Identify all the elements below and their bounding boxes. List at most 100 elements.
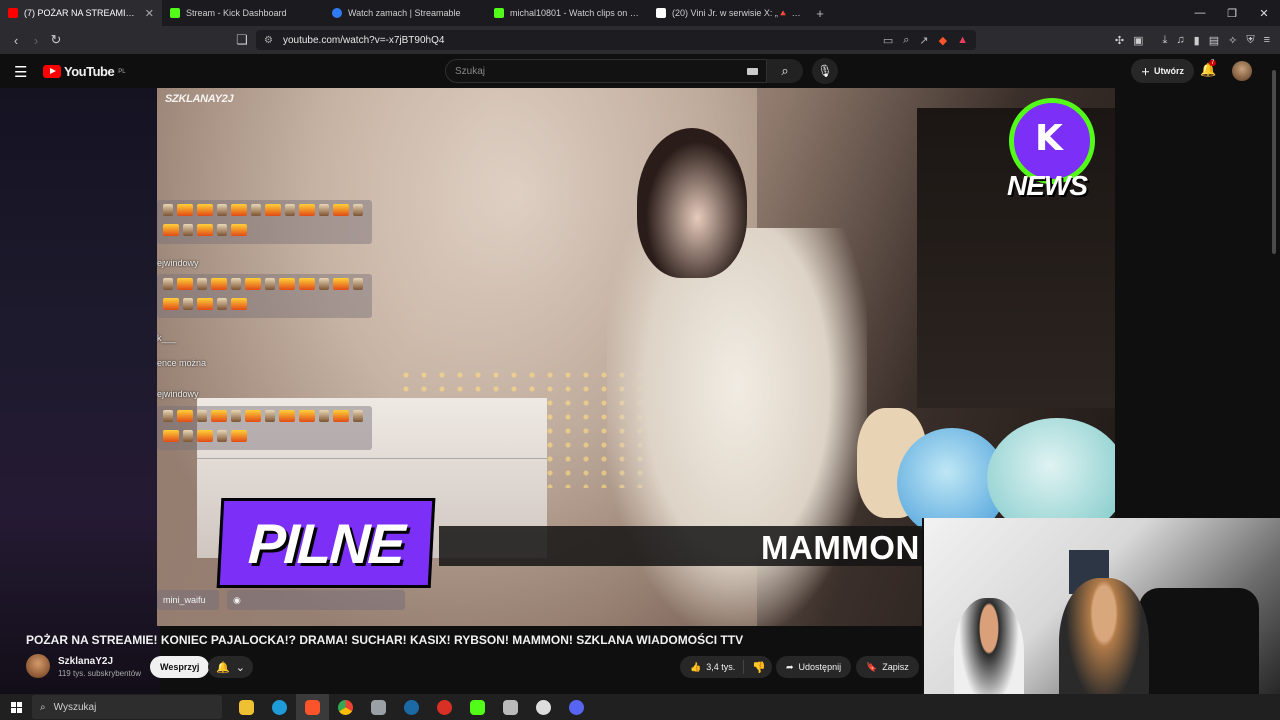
extensions-icon[interactable]: ✣ <box>1115 34 1124 47</box>
kick-k-letter: K <box>1035 118 1063 159</box>
steam-icon[interactable] <box>395 694 428 720</box>
create-label: Utwórz <box>1154 66 1185 76</box>
share-button[interactable]: ➦ Udostępnij <box>776 656 852 678</box>
x-favicon-icon <box>656 8 666 18</box>
url-text: youtube.com/watch?v=-x7jBT90hQ4 <box>282 34 445 46</box>
voice-search-button[interactable]: 🎙 <box>812 58 838 84</box>
site-info-icon[interactable]: ⚙ <box>264 35 273 46</box>
page-scrollbar[interactable] <box>1272 70 1276 254</box>
youtube-logo[interactable]: YouTube PL <box>43 64 126 79</box>
close-window-icon[interactable]: ✕ <box>1248 0 1280 26</box>
file-explorer-icon[interactable] <box>230 694 263 720</box>
vpn-icon[interactable]: ⛨ <box>1246 34 1254 47</box>
tab-kick-dashboard[interactable]: Stream - Kick Dashboard <box>162 0 324 26</box>
search-icon: ⌕ <box>40 701 46 713</box>
leo-icon[interactable]: ✧ <box>1228 34 1237 47</box>
subscription-bell-button[interactable]: 🔔 ⌄ <box>208 656 253 678</box>
zoom-icon[interactable]: ⌕ <box>903 34 909 47</box>
chat-overlay-message <box>157 200 372 244</box>
share-icon[interactable]: ↗ <box>919 34 928 47</box>
pilne-label: PILNE <box>246 511 406 575</box>
kick-favicon-icon <box>170 8 180 18</box>
windows-taskbar: ⌕ Wyszukaj <box>0 694 1280 720</box>
download-icon[interactable]: ⤓ <box>1163 34 1168 47</box>
dislike-button[interactable]: 👎 <box>744 661 766 674</box>
restore-icon[interactable]: ❐ <box>1216 0 1248 26</box>
keyboard-icon[interactable] <box>747 68 758 75</box>
tab-streamable[interactable]: Watch zamach | Streamable <box>324 0 486 26</box>
url-field[interactable]: ⚙ youtube.com/watch?v=-x7jBT90hQ4 ▭ ⌕ ↗ … <box>256 30 976 50</box>
tab-title: Watch zamach | Streamable <box>348 8 461 18</box>
region-code: PL <box>118 68 126 75</box>
sidebar-icon[interactable]: ▮ <box>1194 34 1200 47</box>
support-button[interactable]: Wesprzyj <box>150 656 210 678</box>
video-scene-head <box>637 128 747 278</box>
ambient-background <box>0 88 160 694</box>
plus-icon: ＋ <box>1141 66 1151 77</box>
taskbar-search-placeholder: Wyszukaj <box>53 701 97 713</box>
webcam-overlay <box>922 518 1280 720</box>
reload-icon[interactable]: ↻ <box>46 32 66 48</box>
bookmark-save-icon: 🔖 <box>866 661 878 672</box>
search-button[interactable]: ⌕ <box>767 59 803 83</box>
start-button[interactable] <box>0 694 32 720</box>
search-input[interactable]: Szukaj <box>445 59 767 83</box>
chat-overlay-message <box>157 406 372 450</box>
search-placeholder: Szukaj <box>455 65 486 77</box>
like-button[interactable]: 👍 3,4 tys. <box>680 660 745 674</box>
hamburger-menu-icon[interactable]: ☰ <box>14 63 27 81</box>
tab-kick-clips[interactable]: michal10801 - Watch clips on Kick <box>486 0 648 26</box>
tab-search-icon[interactable]: ▣ <box>1133 34 1143 47</box>
app9-icon[interactable] <box>494 694 527 720</box>
like-count: 3,4 tys. <box>706 662 736 672</box>
channel-name[interactable]: SzklanaY2J <box>58 656 113 667</box>
youtube-play-icon <box>43 65 61 78</box>
streamer-watermark: SZKLANAY2J <box>165 93 234 105</box>
tab-youtube[interactable]: (7) POŻAR NA STREAMIE! KO ✕ <box>0 0 162 26</box>
tab-title: michal10801 - Watch clips on Kick <box>510 8 640 18</box>
microphone-icon: 🎙 <box>817 64 833 78</box>
breaking-news-badge: PILNE <box>216 498 436 588</box>
brave-icon[interactable] <box>296 694 329 720</box>
new-tab-button[interactable]: + <box>810 6 830 21</box>
brave-shield-icon[interactable]: ◆ <box>939 34 947 47</box>
app8-icon[interactable] <box>461 694 494 720</box>
media-icon[interactable]: ♫ <box>1176 34 1184 46</box>
chat-overlay-message <box>157 274 372 318</box>
cast-icon[interactable]: ▭ <box>883 34 893 47</box>
edge-icon[interactable] <box>263 694 296 720</box>
extensions-toolbar: ✣ ▣ ⤓ ♫ ▮ ▤ ✧ ⛨ ≡ <box>1115 26 1270 54</box>
chat-last-user-text: mini_waifu <box>163 595 206 605</box>
bookmark-icon[interactable]: ❏ <box>232 32 252 48</box>
back-icon[interactable]: ‹ <box>6 33 26 48</box>
account-avatar[interactable] <box>1232 61 1252 81</box>
youtube-favicon-icon <box>8 8 18 18</box>
chat-last-message: ◉ <box>227 590 405 610</box>
app10-icon[interactable] <box>527 694 560 720</box>
chevron-down-icon: ⌄ <box>235 661 245 674</box>
video-scene-person <box>607 228 867 626</box>
wallet-icon[interactable]: ▤ <box>1209 34 1219 47</box>
app5-icon[interactable] <box>362 694 395 720</box>
url-actions: ▭ ⌕ ↗ ◆ ▲ <box>883 30 968 50</box>
taskbar-search-input[interactable]: ⌕ Wyszukaj <box>32 695 222 719</box>
windows-logo-icon <box>10 701 22 713</box>
thumbs-up-icon: 👍 <box>690 661 702 672</box>
tab-title: Stream - Kick Dashboard <box>186 8 287 18</box>
forward-icon[interactable]: › <box>26 33 46 48</box>
minimize-icon[interactable]: — <box>1184 0 1216 26</box>
chat-username: ejwindowy <box>157 389 199 399</box>
create-button[interactable]: ＋ Utwórz <box>1131 59 1195 83</box>
menu-icon[interactable]: ≡ <box>1264 34 1270 46</box>
like-dislike-group: 👍 3,4 tys. 👎 <box>680 656 772 678</box>
chrome-icon[interactable] <box>329 694 362 720</box>
brave-rewards-icon[interactable]: ▲ <box>957 34 968 46</box>
app7-icon[interactable] <box>428 694 461 720</box>
close-tab-icon[interactable]: ✕ <box>145 7 154 20</box>
tab-x[interactable]: (20) Vini Jr. w serwisie X: „🔺 WPADK <box>648 0 810 26</box>
subscriber-count: 119 tys. subskrybentów <box>58 669 142 678</box>
save-button[interactable]: 🔖 Zapisz <box>856 656 919 678</box>
channel-avatar[interactable] <box>26 654 50 678</box>
kick-favicon-icon <box>494 8 504 18</box>
discord-icon[interactable] <box>560 694 593 720</box>
